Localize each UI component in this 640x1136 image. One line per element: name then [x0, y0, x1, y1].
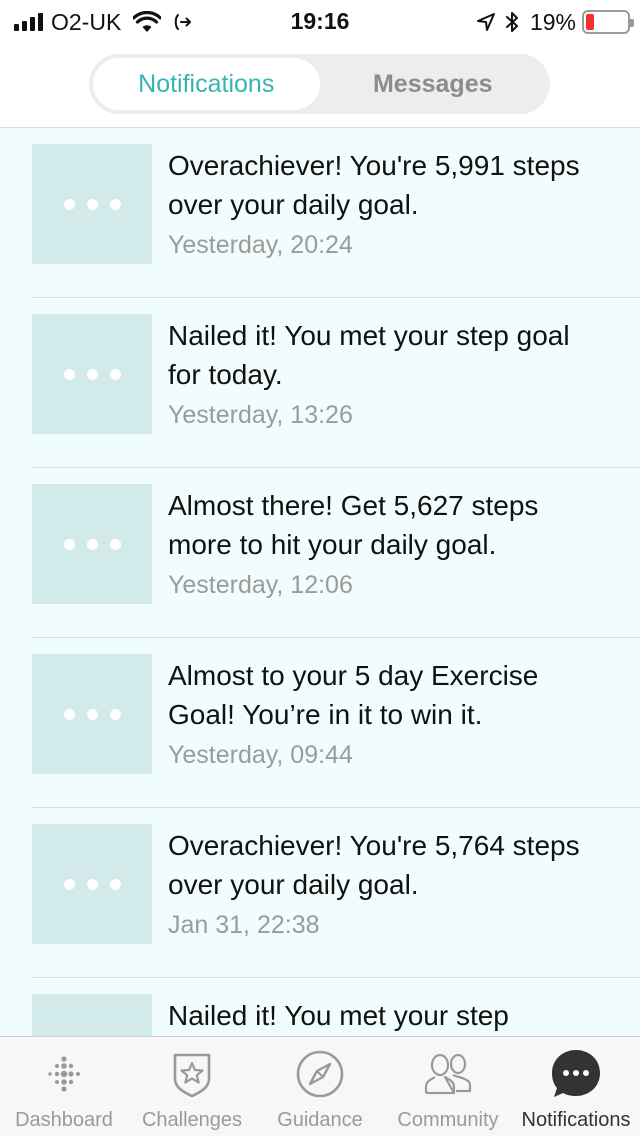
notification-list[interactable]: Overachiever! You're 5,991 steps over yo…: [0, 128, 640, 1036]
compass-icon: [296, 1050, 344, 1098]
notification-time: Yesterday, 13:26: [168, 401, 353, 429]
tab-label: Community: [397, 1109, 499, 1131]
notification-item[interactable]: Almost to your 5 day Exercise Goal! You’…: [0, 638, 640, 808]
notification-message: Overachiever! You're 5,991 steps over yo…: [168, 150, 580, 220]
notification-item[interactable]: Almost there! Get 5,627 steps more to hi…: [0, 468, 640, 638]
ellipsis-icon: [32, 654, 152, 774]
notification-message: Nailed it! You met your step goal for to…: [168, 320, 570, 390]
status-bar: O2-UK 19:16 19%: [0, 0, 640, 44]
notification-time: Yesterday, 20:24: [168, 231, 353, 259]
ellipsis-icon: [32, 994, 152, 1036]
fitbit-dots-icon: [48, 1056, 80, 1092]
notification-item[interactable]: Overachiever! You're 5,991 steps over yo…: [0, 128, 640, 298]
ellipsis-icon: [32, 314, 152, 434]
tab-label: Challenges: [141, 1109, 243, 1131]
tab-guidance[interactable]: Guidance: [256, 1037, 384, 1136]
notification-message: Almost there! Get 5,627 steps more to hi…: [168, 490, 539, 560]
tab-label: Notifications: [521, 1109, 631, 1131]
tab-bar: Dashboard Challenges Guidance Community: [0, 1036, 640, 1136]
notification-message: Nailed it! You met your step: [168, 1000, 509, 1031]
battery-icon: [582, 10, 634, 34]
tab-dashboard[interactable]: Dashboard: [0, 1037, 128, 1136]
tab-notifications[interactable]: Notifications: [93, 58, 320, 110]
tab-notifications-nav[interactable]: Notifications: [512, 1037, 640, 1136]
notification-message: Almost to your 5 day Exercise Goal! You’…: [168, 660, 539, 730]
notification-time: Yesterday, 12:06: [168, 571, 353, 599]
notification-item[interactable]: Nailed it! You met your step goal for to…: [0, 298, 640, 468]
battery-percent: 19%: [529, 8, 576, 35]
location-arrow-icon: [476, 13, 495, 31]
tab-label: Guidance: [277, 1109, 363, 1131]
battery-fill: [586, 14, 594, 30]
bluetooth-icon: [505, 12, 518, 32]
notification-message: Overachiever! You're 5,764 steps over yo…: [168, 830, 580, 900]
ellipsis-icon: [32, 824, 152, 944]
tab-messages[interactable]: Messages: [320, 58, 547, 110]
chat-bubble-icon: [552, 1050, 600, 1097]
notification-time: Yesterday, 09:44: [168, 741, 353, 769]
tab-label: Dashboard: [15, 1109, 113, 1131]
notification-item[interactable]: Nailed it! You met your step: [0, 978, 640, 1036]
tab-community[interactable]: Community: [384, 1037, 512, 1136]
tab-challenges[interactable]: Challenges: [128, 1037, 256, 1136]
segmented-control: Notifications Messages: [89, 54, 550, 114]
notification-item[interactable]: Overachiever! You're 5,764 steps over yo…: [0, 808, 640, 978]
star-shield-icon: [173, 1053, 211, 1098]
ellipsis-icon: [32, 484, 152, 604]
notification-time: Jan 31, 22:38: [168, 911, 320, 939]
ellipsis-icon: [32, 144, 152, 264]
people-icon: [424, 1053, 472, 1095]
